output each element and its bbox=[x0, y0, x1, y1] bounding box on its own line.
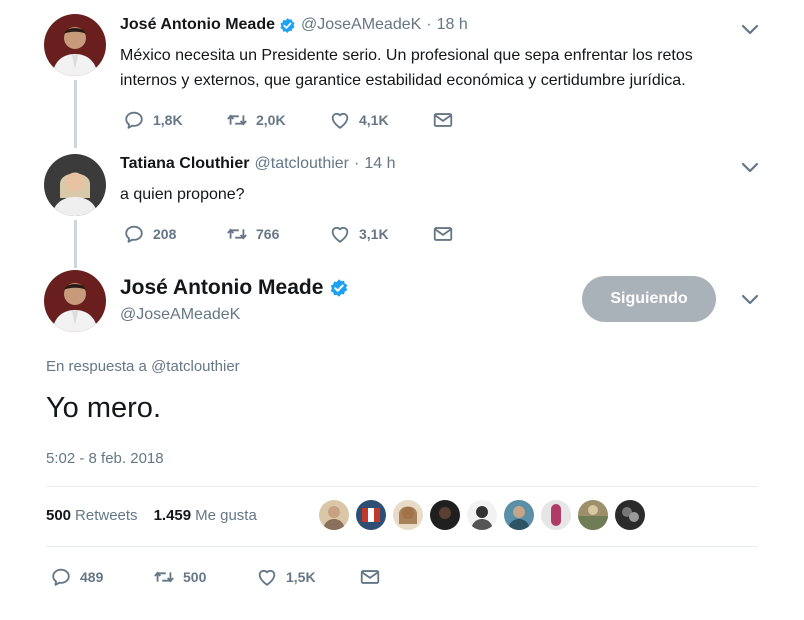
tweet-header: Tatiana Clouthier @tatclouthier · 14 h bbox=[120, 155, 395, 173]
tweet-actions: 208 766 3,1K bbox=[123, 223, 535, 245]
main-tweet-actions: 489 500 1,5K bbox=[50, 566, 462, 588]
message-button[interactable] bbox=[432, 109, 535, 131]
reply-icon bbox=[123, 223, 145, 245]
chevron-down-icon[interactable] bbox=[740, 160, 760, 174]
tweet-timestamp[interactable]: 5:02 - 8 feb. 2018 bbox=[46, 450, 164, 467]
tweet-text-line: internos y externos, que garantice estab… bbox=[120, 72, 686, 89]
author-handle[interactable]: @JoseAMeadeK bbox=[120, 306, 240, 324]
retweet-button[interactable]: 500 bbox=[153, 566, 256, 588]
retweet-count: 766 bbox=[256, 226, 280, 242]
reply-count: 208 bbox=[153, 226, 177, 242]
message-icon bbox=[359, 566, 381, 588]
separator-dot: · bbox=[354, 155, 360, 172]
tweet-actions: 1,8K 2,0K 4,1K bbox=[123, 109, 535, 131]
author-name[interactable]: José Antonio Meade bbox=[120, 16, 275, 34]
author-handle[interactable]: @JoseAMeadeK bbox=[301, 16, 421, 34]
retweet-count: 2,0K bbox=[256, 112, 286, 128]
likes-stat[interactable]: 1.459 Me gusta bbox=[154, 507, 257, 524]
reply-count: 1,8K bbox=[153, 112, 183, 128]
tweet-text-line: México necesita un Presidente serio. Un … bbox=[120, 47, 693, 64]
retweets-stat-label: Retweets bbox=[75, 507, 138, 524]
liker-avatar[interactable] bbox=[319, 500, 349, 530]
likes-stat-count: 1.459 bbox=[153, 507, 192, 524]
retweets-stat-count: 500 bbox=[46, 507, 72, 524]
tweet-time[interactable]: 18 h bbox=[437, 16, 468, 34]
message-button[interactable] bbox=[432, 223, 535, 245]
thread-line bbox=[74, 80, 77, 148]
like-button[interactable]: 1,5K bbox=[256, 566, 359, 588]
verified-icon bbox=[279, 17, 296, 34]
separator-dot: · bbox=[426, 16, 432, 33]
liker-avatar[interactable] bbox=[393, 500, 423, 530]
message-icon bbox=[432, 109, 454, 131]
tweet-stats: 500 Retweets 1.459 Me gusta bbox=[46, 507, 257, 524]
author-handle[interactable]: @tatclouthier bbox=[255, 155, 350, 173]
following-button[interactable]: Siguiendo bbox=[582, 276, 716, 322]
tweet-header: José Antonio Meade @JoseAMeadeK · 18 h bbox=[120, 16, 468, 34]
reply-count: 489 bbox=[80, 569, 104, 585]
liker-avatar[interactable] bbox=[430, 500, 460, 530]
tweet-text: México necesita un Presidente serio. Un … bbox=[120, 43, 693, 93]
message-button[interactable] bbox=[359, 566, 462, 588]
liker-avatar[interactable] bbox=[356, 500, 386, 530]
retweet-icon bbox=[153, 566, 175, 588]
like-icon bbox=[329, 223, 351, 245]
like-button[interactable]: 3,1K bbox=[329, 223, 432, 245]
liker-avatar[interactable] bbox=[467, 500, 497, 530]
retweet-button[interactable]: 766 bbox=[226, 223, 329, 245]
reply-context: En respuesta a @tatclouthier bbox=[46, 358, 240, 375]
author-name[interactable]: José Antonio Meade bbox=[120, 276, 323, 300]
reply-prefix: En respuesta a bbox=[46, 358, 147, 375]
tweet-time[interactable]: 14 h bbox=[364, 155, 395, 173]
main-tweet-text: Yo mero. bbox=[46, 392, 161, 424]
avatar-tatiana[interactable] bbox=[44, 154, 106, 216]
likes-stat-label: Me gusta bbox=[195, 507, 257, 524]
avatar-image bbox=[44, 270, 106, 332]
message-icon bbox=[432, 223, 454, 245]
tweet-text: a quien propone? bbox=[120, 182, 245, 207]
like-count: 1,5K bbox=[286, 569, 316, 585]
like-icon bbox=[256, 566, 278, 588]
like-count: 4,1K bbox=[359, 112, 389, 128]
avatar-image bbox=[44, 154, 106, 216]
retweets-stat[interactable]: 500 Retweets bbox=[46, 507, 138, 524]
avatar-meade-main[interactable] bbox=[44, 270, 106, 332]
retweet-icon bbox=[226, 223, 248, 245]
tweet-text-line: a quien propone? bbox=[120, 186, 245, 203]
avatar-meade[interactable] bbox=[44, 14, 106, 76]
divider bbox=[46, 546, 758, 547]
like-count: 3,1K bbox=[359, 226, 389, 242]
reply-button[interactable]: 1,8K bbox=[123, 109, 226, 131]
retweet-count: 500 bbox=[183, 569, 207, 585]
avatar-image bbox=[44, 14, 106, 76]
chevron-down-icon[interactable] bbox=[740, 292, 760, 306]
like-button[interactable]: 4,1K bbox=[329, 109, 432, 131]
reply-button[interactable]: 208 bbox=[123, 223, 226, 245]
reply-button[interactable]: 489 bbox=[50, 566, 153, 588]
likers-avatars bbox=[319, 500, 652, 530]
liker-avatar[interactable] bbox=[504, 500, 534, 530]
chevron-down-icon[interactable] bbox=[740, 22, 760, 36]
author-name[interactable]: Tatiana Clouthier bbox=[120, 155, 250, 173]
liker-avatar[interactable] bbox=[578, 500, 608, 530]
liker-avatar[interactable] bbox=[615, 500, 645, 530]
verified-icon bbox=[329, 278, 349, 298]
like-icon bbox=[329, 109, 351, 131]
retweet-icon bbox=[226, 109, 248, 131]
retweet-button[interactable]: 2,0K bbox=[226, 109, 329, 131]
liker-avatar[interactable] bbox=[541, 500, 571, 530]
divider bbox=[46, 486, 758, 487]
reply-icon bbox=[123, 109, 145, 131]
main-tweet-header: José Antonio Meade bbox=[120, 276, 349, 300]
reply-icon bbox=[50, 566, 72, 588]
thread-line bbox=[74, 220, 77, 268]
reply-mention-link[interactable]: @tatclouthier bbox=[151, 358, 240, 375]
